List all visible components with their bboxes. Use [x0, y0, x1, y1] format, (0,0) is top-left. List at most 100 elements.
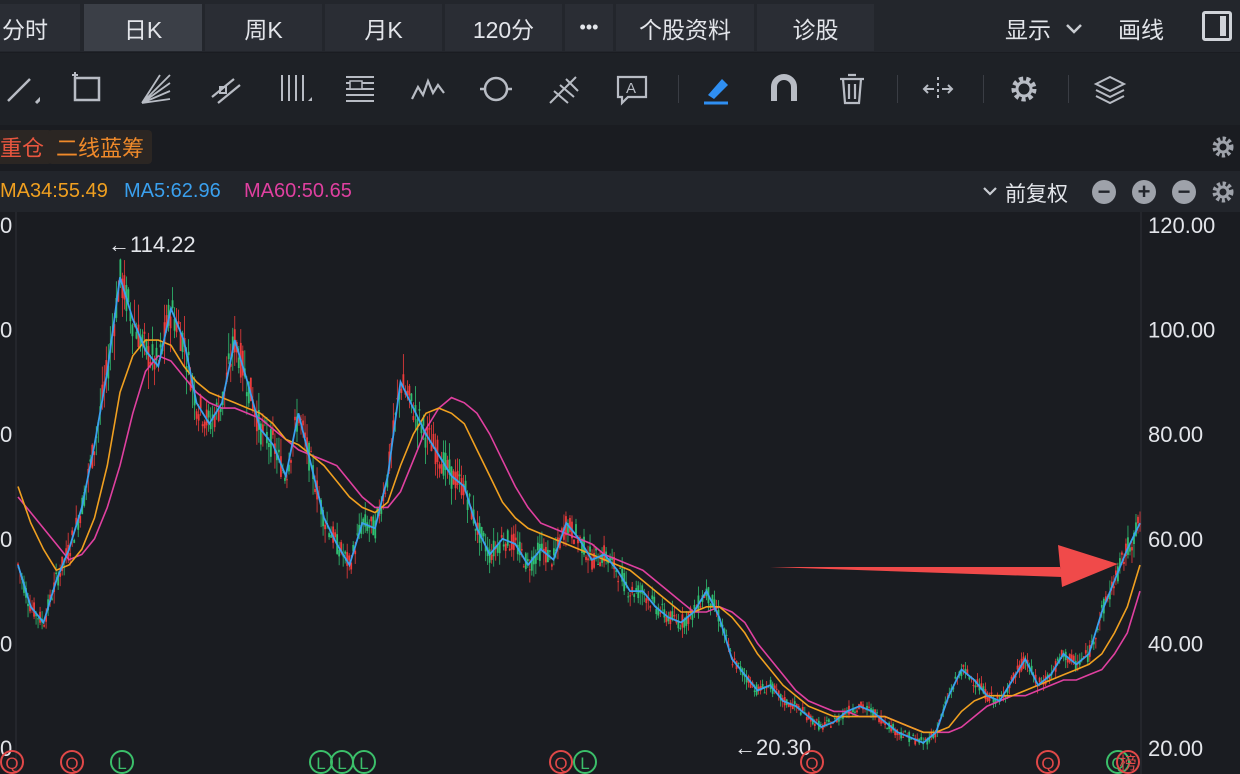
- event-marker-icon[interactable]: 榜: [1116, 750, 1140, 774]
- kline-chart[interactable]: 120.00100.0080.0060.0040.0020.00 000000 …: [0, 212, 1240, 774]
- highlighter-tool-icon[interactable]: [698, 71, 734, 107]
- more-tabs-button[interactable]: •••: [565, 4, 613, 51]
- candle-body: [482, 532, 485, 537]
- candle-body: [1123, 562, 1125, 564]
- candle-body: [428, 428, 431, 430]
- svg-text:榜: 榜: [1120, 754, 1137, 773]
- candle-body: [653, 596, 656, 603]
- tag-blue-chip[interactable]: 二线蓝筹: [48, 130, 153, 164]
- candle-body: [512, 533, 515, 551]
- svg-text:A: A: [626, 80, 636, 97]
- wave-tool-icon[interactable]: [410, 71, 446, 107]
- candle-body: [886, 728, 888, 730]
- tag-settings-gear-icon[interactable]: [1210, 134, 1236, 160]
- candle-body: [587, 558, 589, 561]
- candle-body: [456, 470, 459, 486]
- price-adjust-dropdown[interactable]: 前复权: [1005, 178, 1068, 208]
- settings-gear-icon[interactable]: [1006, 71, 1042, 107]
- candle-body: [733, 658, 736, 661]
- fan-lines-tool-icon[interactable]: [138, 71, 174, 107]
- candle-body: [520, 549, 523, 551]
- tab-daily-k[interactable]: 日K: [84, 4, 202, 51]
- tab-diagnosis[interactable]: 诊股: [757, 4, 874, 51]
- y-tick-label: 40.00: [1148, 631, 1203, 656]
- candle-body: [460, 477, 463, 496]
- kline-chart-area[interactable]: 120.00 100.00 80.00 60.00 40.00 20.00 000000 …: [0, 212, 1240, 774]
- candle-body: [540, 543, 543, 550]
- tab-intraday[interactable]: 分时: [0, 4, 80, 51]
- chevron-down-icon: [1066, 23, 1082, 34]
- zoom-in-button[interactable]: +: [1132, 180, 1156, 204]
- candle-body: [348, 555, 351, 561]
- candle-body: [131, 324, 134, 337]
- tab-monthly-k[interactable]: 月K: [325, 4, 442, 51]
- candle-body: [825, 720, 828, 722]
- candle-body: [324, 524, 326, 530]
- tab-weekly-k[interactable]: 周K: [205, 4, 322, 51]
- candle-body: [633, 594, 636, 597]
- y-tick-label: 120.00: [1148, 213, 1215, 238]
- candle-body: [619, 567, 622, 569]
- svg-text:L: L: [117, 754, 126, 773]
- candle-body: [143, 331, 146, 334]
- candle-body: [119, 259, 122, 278]
- line-tool-icon[interactable]: [4, 71, 44, 107]
- candle-body: [37, 618, 39, 620]
- candle-body: [1038, 677, 1041, 683]
- candle-body: [972, 685, 975, 687]
- svg-text:L: L: [580, 754, 589, 773]
- parallel-channel-tool-icon[interactable]: [208, 71, 244, 107]
- candle-body: [649, 606, 652, 608]
- candle-body: [645, 598, 648, 604]
- y-tick-label: 20.00: [1148, 736, 1203, 761]
- candle-body: [1084, 650, 1087, 654]
- candle-body: [408, 385, 411, 396]
- candle-body: [551, 564, 553, 567]
- display-dropdown[interactable]: 显示: [1005, 4, 1085, 51]
- tab-stock-profile[interactable]: 个股资料: [616, 4, 754, 51]
- chevron-down-icon[interactable]: [980, 181, 1000, 201]
- candle-body: [773, 685, 776, 689]
- candle-body: [310, 451, 312, 453]
- candle-body: [868, 706, 870, 708]
- candle-body: [159, 344, 162, 348]
- layers-icon[interactable]: [1092, 71, 1128, 107]
- text-annotation-tool-icon[interactable]: A: [614, 71, 650, 107]
- candle-body: [665, 616, 668, 623]
- candle-body: [737, 662, 740, 664]
- collapse-button[interactable]: −: [1172, 180, 1196, 204]
- tab-120min[interactable]: 120分: [445, 4, 562, 51]
- candle-body: [43, 625, 45, 627]
- candle-body: [195, 411, 198, 419]
- side-panel-toggle-icon[interactable]: [1202, 11, 1232, 41]
- chart-settings-gear-icon[interactable]: [1210, 179, 1236, 205]
- candle-body: [799, 712, 802, 715]
- candle-body: [827, 719, 830, 722]
- candle-body: [412, 416, 415, 420]
- candle-body: [424, 437, 427, 448]
- expand-horizontal-icon[interactable]: [920, 71, 956, 107]
- candle-body: [589, 546, 591, 552]
- svg-text:Q: Q: [1041, 754, 1054, 773]
- display-label: 显示: [1005, 16, 1051, 43]
- candle-body: [384, 492, 387, 494]
- vertical-lines-tool-icon[interactable]: [276, 71, 312, 107]
- candle-body: [294, 416, 296, 421]
- candle-body: [1072, 655, 1075, 662]
- gann-tool-icon[interactable]: [342, 71, 378, 107]
- fibonacci-tool-icon[interactable]: [546, 71, 582, 107]
- draw-lines-button[interactable]: 画线: [1118, 4, 1164, 51]
- candle-body: [502, 544, 505, 547]
- candle-body: [962, 664, 965, 667]
- rectangle-tool-icon[interactable]: [70, 71, 106, 107]
- tag-heavy-position[interactable]: 重仓: [0, 130, 53, 164]
- candle-body: [302, 420, 304, 426]
- zoom-out-button[interactable]: −: [1092, 180, 1116, 204]
- candle-body: [1094, 638, 1097, 640]
- trash-icon[interactable]: [834, 71, 870, 107]
- cycle-tool-icon[interactable]: [478, 71, 514, 107]
- svg-text:Q: Q: [554, 754, 567, 773]
- candle-body: [272, 430, 274, 435]
- magnet-tool-icon[interactable]: [766, 71, 802, 107]
- candle-body: [506, 530, 509, 546]
